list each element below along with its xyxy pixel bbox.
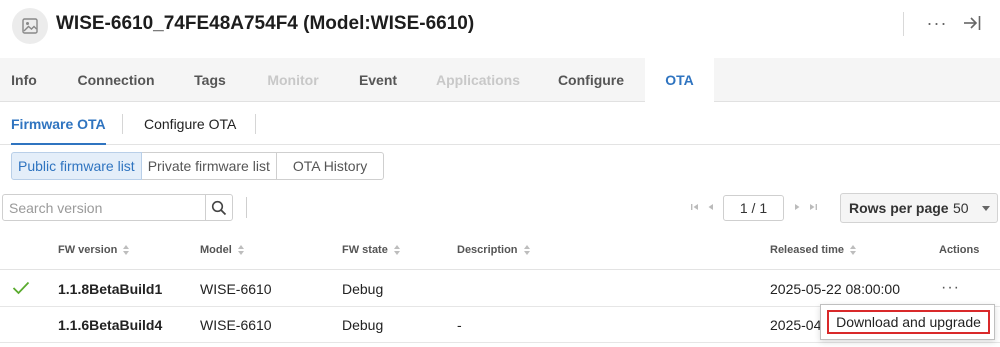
released-time-cell: 2025-04 bbox=[770, 317, 822, 333]
column-released-time[interactable]: Released time bbox=[770, 244, 856, 256]
fw-version-cell: 1.1.8BetaBuild1 bbox=[58, 281, 163, 297]
page-indicator[interactable]: 1 / 1 bbox=[723, 195, 784, 221]
tab-configure[interactable]: Configure bbox=[548, 58, 634, 102]
tab-info[interactable]: Info bbox=[0, 58, 48, 102]
tab-tags[interactable]: Tags bbox=[182, 58, 238, 102]
sort-icon bbox=[237, 245, 244, 255]
first-page-icon[interactable] bbox=[688, 200, 702, 214]
actions-menu: Download and upgrade bbox=[820, 304, 995, 340]
model-cell: WISE-6610 bbox=[200, 317, 272, 333]
search-icon[interactable] bbox=[205, 195, 232, 220]
more-horizontal-icon[interactable]: ··· bbox=[922, 10, 952, 36]
header-divider bbox=[903, 12, 904, 36]
column-fw-version[interactable]: FW version bbox=[58, 244, 130, 256]
toolbar-divider bbox=[246, 197, 247, 218]
subtab-firmware-ota[interactable]: Firmware OTA bbox=[11, 103, 106, 145]
tab-applications: Applications bbox=[435, 72, 520, 88]
prev-page-icon[interactable] bbox=[704, 200, 718, 214]
column-label: FW version bbox=[58, 244, 118, 256]
search-input[interactable] bbox=[3, 195, 205, 220]
next-page-icon[interactable] bbox=[790, 200, 804, 214]
column-model[interactable]: Model bbox=[200, 244, 244, 256]
column-description[interactable]: Description bbox=[457, 244, 530, 256]
tab-connection[interactable]: Connection bbox=[66, 58, 166, 102]
fw-version-cell: 1.1.6BetaBuild4 bbox=[58, 317, 163, 333]
check-icon bbox=[12, 281, 30, 300]
tab-ota[interactable]: OTA bbox=[645, 58, 714, 102]
description-cell: - bbox=[457, 317, 462, 333]
last-page-icon[interactable] bbox=[806, 200, 820, 214]
download-and-upgrade-menu-item[interactable]: Download and upgrade bbox=[827, 310, 990, 334]
column-label: Released time bbox=[770, 244, 844, 256]
more-horizontal-icon[interactable]: ··· bbox=[941, 279, 960, 297]
device-header: WISE-6610_74FE48A754F4 (Model:WISE-6610)… bbox=[0, 0, 1000, 52]
model-cell: WISE-6610 bbox=[200, 281, 272, 297]
sort-icon bbox=[523, 245, 530, 255]
column-label: Description bbox=[457, 244, 518, 256]
column-label: Model bbox=[200, 244, 232, 256]
search-box bbox=[2, 194, 233, 221]
chevron-down-icon bbox=[982, 206, 990, 211]
column-actions: Actions bbox=[939, 244, 980, 256]
tab-event[interactable]: Event bbox=[348, 58, 408, 102]
rows-per-page-label: Rows per page bbox=[849, 200, 949, 216]
firmware-list-switch: Public firmware list Private firmware li… bbox=[11, 152, 385, 180]
table-header: FW version Model FW state Description Re… bbox=[0, 232, 1000, 270]
sort-icon bbox=[393, 245, 400, 255]
fw-state-cell: Debug bbox=[342, 281, 384, 297]
column-fw-state[interactable]: FW state bbox=[342, 244, 400, 256]
column-label: FW state bbox=[342, 244, 388, 256]
segment-ota-history[interactable]: OTA History bbox=[275, 152, 385, 180]
subtab-configure-ota[interactable]: Configure OTA bbox=[144, 103, 236, 145]
segment-private-firmware-list[interactable]: Private firmware list bbox=[140, 152, 277, 180]
subtab-divider bbox=[122, 114, 123, 134]
fw-state-cell: Debug bbox=[342, 317, 384, 333]
sort-icon bbox=[123, 245, 130, 255]
rows-per-page-value: 50 bbox=[953, 200, 969, 216]
image-icon bbox=[12, 8, 48, 44]
sort-icon bbox=[849, 245, 856, 255]
ota-subtabs: Firmware OTA Configure OTA bbox=[0, 103, 1000, 145]
tab-monitor: Monitor bbox=[267, 72, 319, 88]
page-title: WISE-6610_74FE48A754F4 (Model:WISE-6610) bbox=[56, 13, 475, 34]
exit-icon[interactable] bbox=[958, 10, 986, 36]
released-time-cell: 2025-05-22 08:00:00 bbox=[770, 281, 900, 297]
segment-public-firmware-list[interactable]: Public firmware list bbox=[11, 152, 142, 180]
subtab-divider bbox=[255, 114, 256, 134]
rows-per-page-select[interactable]: Rows per page 50 bbox=[840, 193, 998, 223]
main-tabbar: Info Connection Tags Monitor Event Appli… bbox=[0, 58, 1000, 102]
table-row[interactable]: 1.1.8BetaBuild1 WISE-6610 Debug 2025-05-… bbox=[0, 271, 1000, 307]
